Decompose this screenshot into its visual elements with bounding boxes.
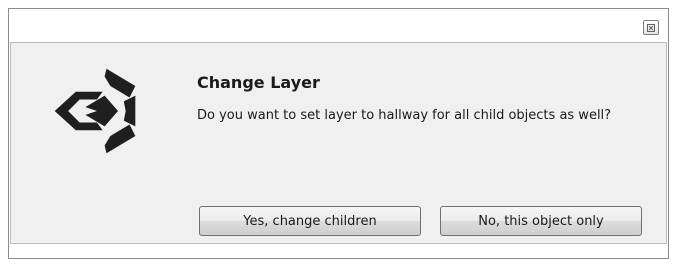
dialog-titlebar xyxy=(9,9,668,42)
dialog-message: Do you want to set layer to hallway for … xyxy=(197,108,612,123)
dialog-title: Change Layer xyxy=(197,73,320,92)
yes-change-children-button[interactable]: Yes, change children xyxy=(199,206,421,236)
close-button[interactable] xyxy=(643,20,659,35)
close-icon xyxy=(647,23,655,32)
dialog-bottom-margin xyxy=(9,244,668,258)
unity-logo-icon xyxy=(54,68,136,154)
change-layer-dialog: Change Layer Do you want to set layer to… xyxy=(8,8,669,259)
dialog-content: Change Layer Do you want to set layer to… xyxy=(10,42,667,244)
no-this-object-only-button[interactable]: No, this object only xyxy=(440,206,642,236)
